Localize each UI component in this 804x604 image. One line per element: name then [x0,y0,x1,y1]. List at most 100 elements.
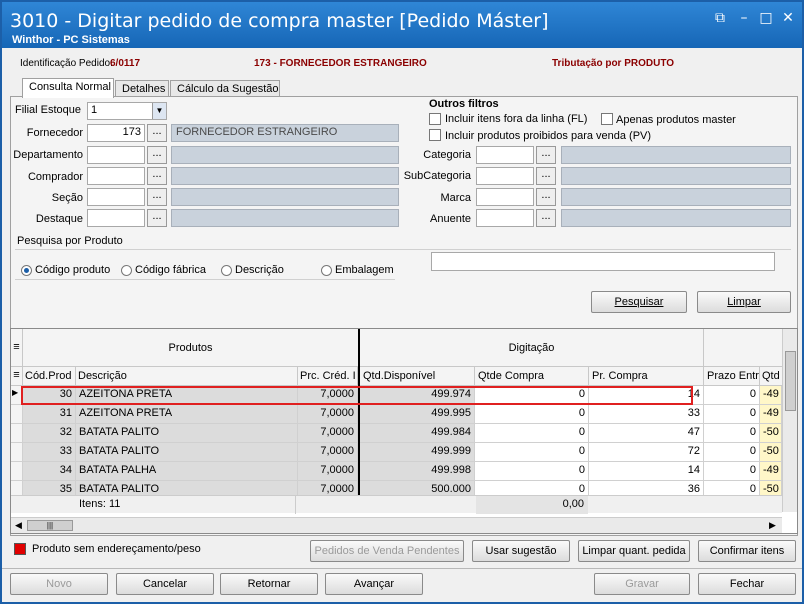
limpar-button[interactable]: Limpar [697,291,791,313]
grid-footer: Itens: 11 0,00 [11,495,782,514]
departamento-lookup-button[interactable]: ... [147,146,167,164]
marca-lookup-button[interactable]: ... [536,188,556,206]
subcategoria-input[interactable] [476,167,534,185]
confirmar-itens-button[interactable]: Confirmar itens [698,540,796,562]
cell-qtde[interactable]: 0 [475,405,589,424]
horizontal-scrollbar[interactable]: ◀ ||| ▶ [11,517,782,533]
close-icon[interactable]: ✕ [780,10,796,26]
group-produtos: Produtos [23,329,359,367]
comprador-input[interactable] [87,167,145,185]
col-qtd-disponivel[interactable]: Qtd.Disponível [360,367,475,386]
cell-pr[interactable]: 33 [589,405,704,424]
scroll-left-icon[interactable]: ◀ [15,520,22,531]
pedidos-pendentes-button[interactable]: Pedidos de Venda Pendentes [310,540,464,562]
main-window: 3010 - Digitar pedido de compra master [… [0,0,804,604]
search-input[interactable] [431,252,775,271]
comprador-lookup-button[interactable]: ... [147,167,167,185]
cell-disp: 499.999 [360,443,475,462]
radio-embalagem[interactable] [321,265,332,276]
fornecedor-code-input[interactable]: 173 [87,124,145,142]
cell-pr[interactable]: 47 [589,424,704,443]
categoria-lookup-button[interactable]: ... [536,146,556,164]
col-prazo-entr[interactable]: Prazo Entr [704,367,760,386]
filial-label: Filial Estoque [15,104,82,116]
row-indicator[interactable]: ▶ [11,386,23,405]
legend-text: Produto sem endereçamento/peso [32,543,201,555]
anuente-lookup-button[interactable]: ... [536,209,556,227]
divider [15,249,791,250]
cell-qtde[interactable]: 0 [475,386,589,405]
tab-consulta-normal[interactable]: Consulta Normal [22,78,114,98]
radio-codigo-fabrica[interactable] [121,265,132,276]
row-indicator[interactable] [11,424,23,443]
tab-calculo-sugestao[interactable]: Cálculo da Sugestão [170,80,280,97]
cell-cod: 32 [23,424,76,443]
minimize-icon[interactable]: – [736,10,752,26]
cell-qtde[interactable]: 0 [475,424,589,443]
cell-prazo[interactable]: 0 [704,405,760,424]
cell-desc: BATATA PALITO [76,443,298,462]
cell-pr[interactable]: 14 [589,386,704,405]
subcategoria-lookup-button[interactable]: ... [536,167,556,185]
row-indicator[interactable] [11,462,23,481]
col-qtde-compra[interactable]: Qtde Compra [475,367,589,386]
destaque-lookup-button[interactable]: ... [147,209,167,227]
horizontal-scroll-thumb[interactable]: ||| [27,520,73,531]
categoria-label: Categoria [423,149,471,161]
destaque-input[interactable] [87,209,145,227]
cell-prazo[interactable]: 0 [704,386,760,405]
cell-prazo[interactable]: 0 [704,443,760,462]
retornar-button[interactable]: Retornar [220,573,318,595]
col-pr-compra[interactable]: Pr. Compra [589,367,704,386]
cell-qtde[interactable]: 0 [475,443,589,462]
grid-menu-icon[interactable]: ≡ [11,329,23,367]
radio-descricao[interactable] [221,265,232,276]
chk-fora-linha[interactable] [429,113,441,125]
cell-pr[interactable]: 14 [589,462,704,481]
chk-proibidos[interactable] [429,129,441,141]
row-indicator[interactable] [11,443,23,462]
cell-disp: 499.995 [360,405,475,424]
footer-bar: Novo Cancelar Retornar Avançar Gravar Fe… [2,568,802,602]
maximize-icon[interactable]: □ [758,10,774,26]
categoria-input[interactable] [476,146,534,164]
cell-prazo[interactable]: 0 [704,462,760,481]
marca-input[interactable] [476,188,534,206]
row-indicator[interactable] [11,405,23,424]
tab-detalhes[interactable]: Detalhes [115,80,169,97]
chevron-down-icon[interactable]: ▼ [152,103,166,119]
pesquisa-title: Pesquisa por Produto [17,235,123,247]
cell-cod: 33 [23,443,76,462]
usar-sugestao-button[interactable]: Usar sugestão [472,540,570,562]
chk-master[interactable] [601,113,613,125]
col-cod-prod[interactable]: Cód.Prod [23,367,76,386]
fornecedor-lookup-button[interactable]: ... [147,124,167,142]
gravar-button[interactable]: Gravar [594,573,690,595]
novo-button[interactable]: Novo [10,573,108,595]
secao-input[interactable] [87,188,145,206]
col-prc-cred[interactable]: Prc. Créd. I [298,367,358,386]
anuente-input[interactable] [476,209,534,227]
cell-prazo[interactable]: 0 [704,424,760,443]
cell-desc: BATATA PALITO [76,424,298,443]
radio-codigo-produto[interactable] [21,265,32,276]
cancelar-button[interactable]: Cancelar [116,573,214,595]
filial-select[interactable]: 1 ▼ [87,102,167,120]
vertical-scrollbar[interactable] [782,329,797,512]
col-descricao[interactable]: Descrição [76,367,298,386]
fechar-button[interactable]: Fechar [698,573,796,595]
grid-menu-icon[interactable]: ≡ [11,367,23,386]
limpar-quant-button[interactable]: Limpar quant. pedida [578,540,690,562]
title-bar: 3010 - Digitar pedido de compra master [… [2,2,802,48]
vertical-scroll-thumb[interactable] [785,351,796,411]
total-value: 0,00 [476,496,588,514]
pesquisar-button[interactable]: Pesquisar [591,291,687,313]
secao-lookup-button[interactable]: ... [147,188,167,206]
cell-qtde[interactable]: 0 [475,462,589,481]
departamento-input[interactable] [87,146,145,164]
scroll-right-icon[interactable]: ▶ [769,520,776,531]
avancar-button[interactable]: Avançar [325,573,423,595]
col-qtd[interactable]: Qtd [760,367,784,386]
cell-pr[interactable]: 72 [589,443,704,462]
restore-icon[interactable]: ⧉ [712,10,728,26]
